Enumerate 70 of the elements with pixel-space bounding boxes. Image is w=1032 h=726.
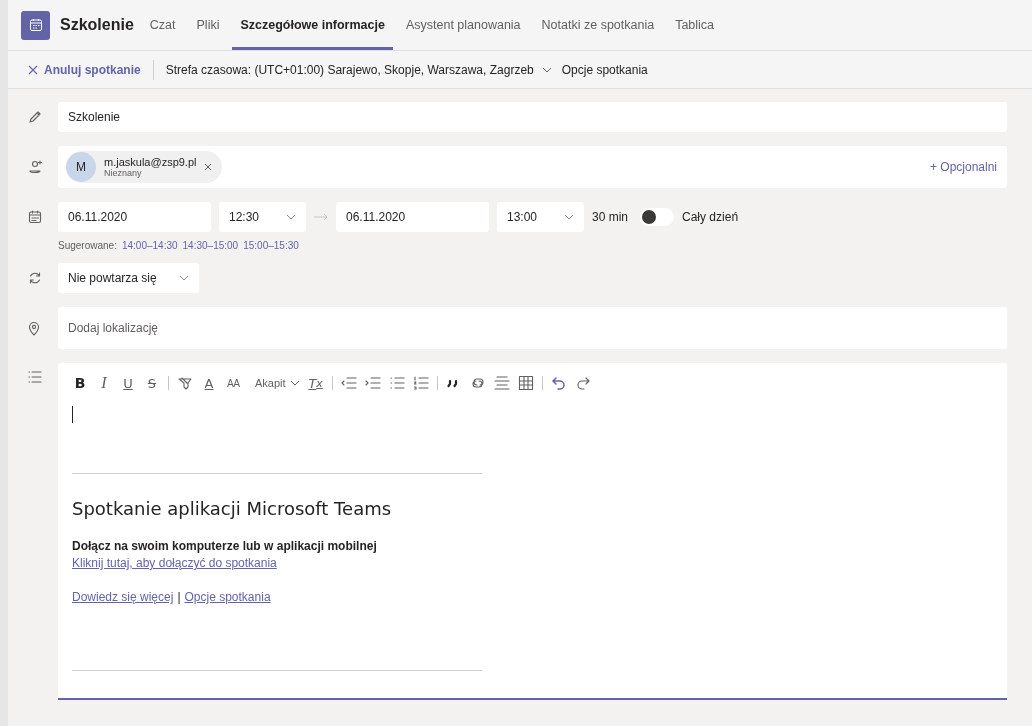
chevron-down-icon (564, 214, 574, 220)
undo-icon (550, 375, 567, 391)
table-button[interactable] (517, 374, 534, 392)
link-separator: | (177, 590, 181, 604)
attendee-chip[interactable]: M m.jaskula@zsp9.pl Nieznany (66, 151, 223, 183)
optional-attendees-link[interactable]: + Opcjonalni (929, 160, 997, 174)
add-person-icon (28, 159, 44, 175)
underline-button[interactable]: U (120, 374, 136, 392)
learn-more-link[interactable]: Dowiedz się więcej (72, 590, 174, 604)
highlighter-icon (177, 375, 193, 391)
tab[interactable]: Tablica (667, 0, 723, 50)
remove-icon (204, 163, 213, 171)
table-icon (517, 375, 534, 391)
tab[interactable]: Asystent planowania (397, 0, 529, 50)
pencil-icon (28, 110, 42, 124)
title-field[interactable]: Szkolenie (58, 102, 1007, 132)
cancel-meeting-button[interactable]: Anuluj spotkanie (28, 62, 141, 77)
text-cursor (72, 406, 73, 423)
start-date-field[interactable]: 06.11.2020 (58, 202, 211, 232)
attendee-email: m.jaskula@zsp9.pl (104, 156, 197, 168)
start-time-dropdown[interactable]: 12:30 (219, 202, 306, 232)
meeting-heading: Spotkanie aplikacji Microsoft Teams (72, 498, 393, 519)
bold-button[interactable]: B (72, 374, 88, 392)
tab[interactable]: Czat (141, 0, 184, 50)
strikethrough-button[interactable]: S (144, 374, 160, 392)
repeat-dropdown[interactable]: Nie powtarza się (58, 263, 199, 293)
suggested-time-link[interactable]: 15:00–15:30 (243, 240, 299, 251)
attendee-status: Nieznany (104, 168, 142, 178)
suggested-label: Sugerowane: (58, 240, 117, 251)
chevron-down-icon (179, 275, 189, 281)
link-icon (469, 375, 486, 391)
tab[interactable]: Pliki (188, 0, 228, 50)
end-time-dropdown[interactable]: 13:00 (497, 202, 584, 232)
undo-button[interactable] (550, 374, 567, 392)
arrow-right-icon (314, 213, 328, 221)
meeting-options-link[interactable]: Opcje spotkania (561, 62, 648, 77)
avatar: M (66, 152, 96, 182)
chevron-down-icon (286, 214, 296, 220)
calendar-icon (21, 10, 50, 40)
duration-label: 30 min (592, 210, 629, 224)
paragraph-dropdown[interactable]: Akapit (255, 374, 300, 392)
chevron-down-icon (541, 66, 552, 73)
font-size-button[interactable]: AA (225, 374, 241, 392)
repeat-icon (28, 271, 42, 285)
join-instructions: Dołącz na swoim komputerze lub w aplikacji mobilnej (72, 539, 378, 553)
calendar-icon (28, 210, 42, 224)
attendees-field[interactable]: M m.jaskula@zsp9.pl Nieznany + Opcjonalni (58, 146, 1007, 188)
location-pin-icon (28, 321, 40, 336)
outdent-icon (340, 375, 357, 391)
location-field[interactable]: Dodaj lokalizację (58, 307, 1007, 349)
meeting-title: Szkolenie (60, 16, 134, 34)
join-meeting-link[interactable]: Kliknij tutaj, aby dołączyć do spotkania (72, 556, 277, 570)
suggested-time-link[interactable]: 14:30–15:00 (182, 240, 239, 251)
close-icon (28, 64, 38, 75)
all-day-label: Cały dzień (682, 210, 739, 224)
font-color-button[interactable]: A (201, 374, 217, 392)
all-day-toggle[interactable] (640, 208, 675, 226)
end-date-field[interactable]: 06.11.2020 (336, 202, 489, 232)
redo-icon (574, 375, 591, 391)
align-icon (493, 375, 510, 391)
italic-button[interactable]: I (96, 374, 112, 392)
meeting-options-link[interactable]: Opcje spotkania (184, 590, 271, 604)
tab[interactable]: Notatki ze spotkania (533, 0, 663, 50)
chevron-down-icon (289, 380, 300, 386)
bulleted-list-icon (388, 375, 405, 391)
suggested-time-link[interactable]: 14:00–14:30 (121, 240, 178, 251)
list-icon (28, 371, 42, 383)
time-zone-dropdown[interactable]: Strefa czasowa: (UTC+01:00) Sarajewo, Skopje, Warszawa, Zagrzeb (165, 62, 552, 77)
numbered-list-icon (412, 375, 429, 391)
indent-icon (364, 375, 381, 391)
